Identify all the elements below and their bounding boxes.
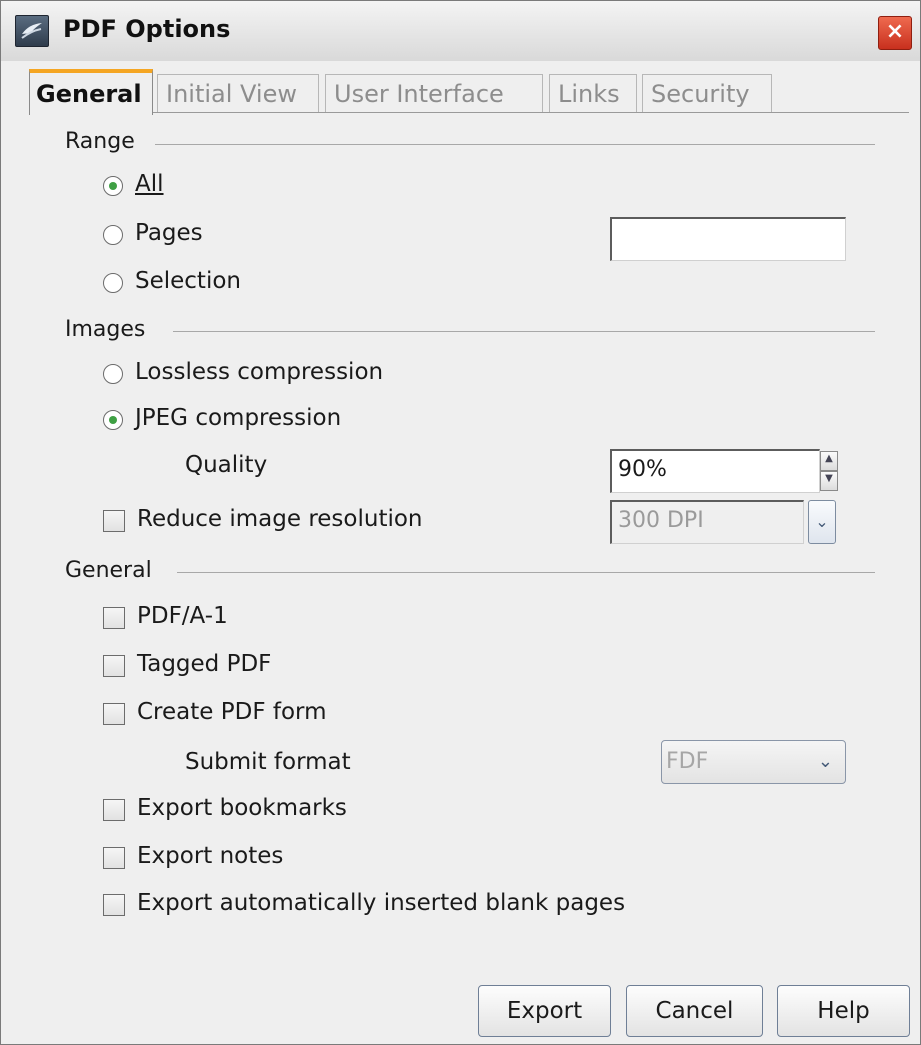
quality-label: Quality: [185, 452, 268, 478]
create-form-label[interactable]: Create PDF form: [137, 699, 326, 725]
pdf-options-dialog: PDF Options × General Initial View User …: [0, 0, 921, 1045]
submit-format-value: FDF: [666, 749, 709, 774]
section-divider: [177, 572, 875, 573]
radio-jpeg-compression[interactable]: [103, 410, 123, 430]
chevron-down-icon[interactable]: ⌄: [808, 500, 836, 544]
tab-links[interactable]: Links: [549, 74, 637, 112]
quality-spinbox[interactable]: 90%: [610, 449, 820, 493]
section-heading-range: Range: [65, 129, 135, 154]
export-blank-pages-label[interactable]: Export automatically inserted blank page…: [137, 890, 625, 916]
section-heading-general: General: [65, 558, 152, 583]
radio-lossless-label[interactable]: Lossless compression: [135, 359, 383, 385]
submit-format-label: Submit format: [185, 749, 351, 775]
export-blank-pages-checkbox[interactable]: [103, 894, 125, 916]
cancel-button[interactable]: Cancel: [626, 985, 763, 1037]
pages-input[interactable]: [610, 217, 846, 261]
radio-selected-dot: [109, 416, 117, 424]
document-icon: [15, 15, 49, 47]
pdfa-checkbox[interactable]: [103, 607, 125, 629]
tagged-pdf-label[interactable]: Tagged PDF: [137, 651, 271, 677]
radio-all-label[interactable]: All: [135, 171, 164, 197]
tab-security[interactable]: Security: [642, 74, 772, 112]
radio-pages-label[interactable]: Pages: [135, 220, 203, 246]
radio-selection[interactable]: [103, 273, 123, 293]
radio-pages[interactable]: [103, 225, 123, 245]
tagged-pdf-checkbox[interactable]: [103, 655, 125, 677]
reduce-resolution-checkbox[interactable]: [103, 510, 125, 532]
export-button[interactable]: Export: [478, 985, 611, 1037]
export-notes-checkbox[interactable]: [103, 847, 125, 869]
spin-down-icon[interactable]: ▼: [820, 471, 838, 491]
pdfa-label[interactable]: PDF/A-1: [137, 603, 228, 629]
reduce-resolution-label[interactable]: Reduce image resolution: [137, 506, 423, 532]
export-bookmarks-checkbox[interactable]: [103, 799, 125, 821]
resolution-combo: 300 DPI: [610, 500, 804, 544]
tab-user-interface[interactable]: User Interface: [325, 74, 543, 112]
chevron-down-icon: ⌄: [817, 751, 833, 772]
tab-general[interactable]: General: [29, 69, 153, 115]
title-bar[interactable]: PDF Options ×: [1, 1, 920, 61]
radio-selected-dot: [109, 182, 117, 190]
radio-all[interactable]: [103, 176, 123, 196]
help-button[interactable]: Help: [777, 985, 910, 1037]
radio-selection-label[interactable]: Selection: [135, 268, 241, 294]
section-divider: [155, 144, 875, 145]
section-heading-images: Images: [65, 317, 146, 342]
export-bookmarks-label[interactable]: Export bookmarks: [137, 795, 347, 821]
section-divider: [173, 331, 875, 332]
dialog-title: PDF Options: [63, 15, 231, 43]
close-icon[interactable]: ×: [878, 16, 912, 50]
export-notes-label[interactable]: Export notes: [137, 843, 283, 869]
spin-up-icon[interactable]: ▲: [820, 451, 838, 471]
submit-format-select: FDF ⌄: [661, 740, 846, 784]
tab-initial-view[interactable]: Initial View: [157, 74, 319, 112]
create-form-checkbox[interactable]: [103, 703, 125, 725]
radio-jpeg-label[interactable]: JPEG compression: [135, 405, 341, 431]
radio-lossless-compression[interactable]: [103, 364, 123, 384]
